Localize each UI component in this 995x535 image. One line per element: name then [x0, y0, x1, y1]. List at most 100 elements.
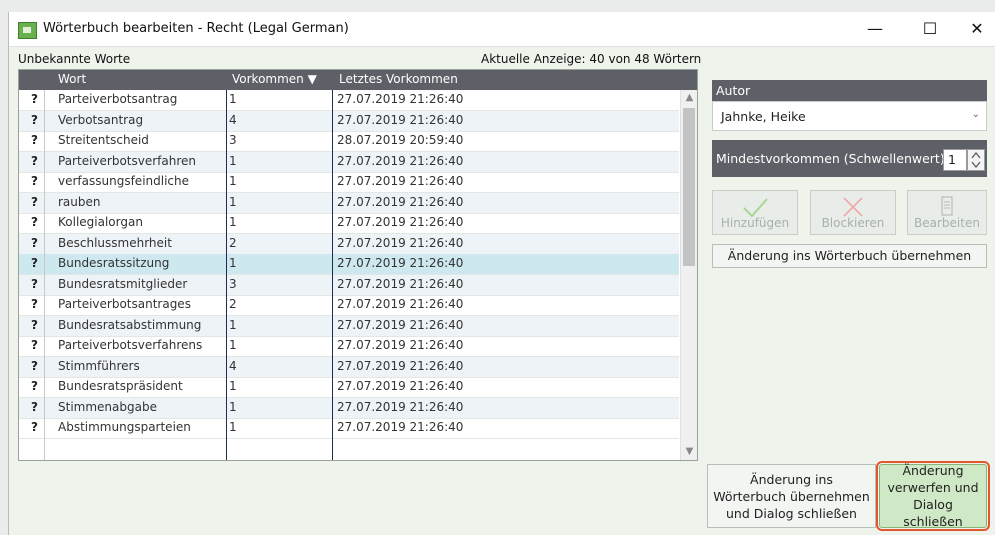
count-cell: 1 — [229, 256, 237, 270]
table-row[interactable]: ? Stimmenabgabe 1 27.07.2019 21:26:40 — [19, 397, 679, 419]
status-flag: ? — [31, 174, 38, 188]
word-cell: Stimmenabgabe — [58, 399, 157, 414]
table-row[interactable]: ? rauben 1 27.07.2019 21:26:40 — [19, 192, 679, 214]
close-button[interactable]: ✕ — [954, 12, 995, 46]
count-cell: 1 — [229, 338, 237, 352]
table-row[interactable]: ? Bundesratsabstimmung 1 27.07.2019 21:26:4… — [19, 315, 679, 337]
column-word[interactable]: Wort — [58, 72, 86, 86]
count-cell: 2 — [229, 235, 237, 250]
word-cell: Parteiverbotsantrag — [58, 92, 178, 106]
last-occurrence-cell: 27.07.2019 21:26:40 — [337, 358, 464, 373]
word-cell: Parteiverbotsantrages — [58, 297, 191, 311]
table-row[interactable]: ? Parteiverbotsverfahrens 1 27.07.2019 21:2… — [19, 336, 679, 357]
count-cell: 1 — [229, 399, 237, 414]
word-cell: Kollegialorgan — [58, 215, 143, 229]
apply-and-close-label: Änderung ins Wörterbuch übernehmen und D… — [713, 471, 870, 521]
author-value: Jahnke, Heike — [721, 109, 806, 124]
word-cell: Streitentscheid — [58, 133, 149, 147]
last-occurrence-cell: 27.07.2019 21:26:40 — [337, 92, 464, 106]
last-occurrence-cell: 27.07.2019 21:26:40 — [337, 420, 464, 434]
table-row[interactable]: ? Kollegialorgan 1 27.07.2019 21:26:40 — [19, 213, 679, 234]
status-flag: ? — [31, 153, 38, 168]
last-occurrence-cell: 27.07.2019 21:26:40 — [337, 379, 464, 393]
status-flag: ? — [31, 256, 38, 270]
discard-and-close-button[interactable]: Änderung verwerfen und Dialog schließen — [876, 461, 990, 531]
table-row[interactable]: ? Streitentscheid 3 28.07.2019 20:59:40 — [19, 131, 679, 152]
apply-and-close-button[interactable]: Änderung ins Wörterbuch übernehmen und D… — [707, 464, 876, 528]
status-flag: ? — [31, 276, 38, 291]
add-button-label: Hinzufügen — [720, 216, 790, 230]
table-row[interactable]: ? Bundesratssitzung 1 27.07.2019 21:26:40 — [19, 254, 679, 275]
threshold-label: Mindestvorkommen (Schwellenwert): — [716, 151, 949, 166]
last-occurrence-cell: 28.07.2019 20:59:40 — [337, 133, 464, 147]
chevron-down-icon: ⌄ — [971, 109, 980, 120]
maximize-button[interactable]: ☐ — [907, 12, 953, 46]
app-icon — [18, 22, 37, 39]
count-cell: 3 — [229, 133, 237, 147]
unknown-words-label: Unbekannte Worte — [18, 52, 131, 66]
status-flag: ? — [31, 358, 38, 373]
column-divider — [226, 90, 227, 460]
edit-button[interactable]: Bearbeiten — [907, 190, 987, 235]
table-row[interactable]: ? Abstimmungsparteien 1 27.07.2019 21:26:40 — [19, 418, 679, 439]
word-cell: Bundesratspräsident — [58, 379, 183, 393]
count-cell: 1 — [229, 153, 237, 168]
count-cell: 1 — [229, 420, 237, 434]
apply-to-dictionary-button[interactable]: Änderung ins Wörterbuch übernehmen — [712, 244, 987, 268]
status-flag: ? — [31, 399, 38, 414]
threshold-input[interactable]: 1 — [943, 149, 967, 171]
column-last-occurrence[interactable]: Letztes Vorkommen — [339, 72, 458, 86]
author-select[interactable]: Jahnke, Heike ⌄ — [712, 101, 987, 131]
table-header: Wort Vorkommen ▼ Letztes Vorkommen — [19, 70, 697, 90]
block-button[interactable]: Blockieren — [810, 190, 896, 235]
table-row[interactable]: ? Stimmführers 4 27.07.2019 21:26:40 — [19, 356, 679, 378]
word-cell: Bundesratsabstimmung — [58, 317, 202, 332]
last-occurrence-cell: 27.07.2019 21:26:40 — [337, 297, 464, 311]
status-flag: ? — [31, 215, 38, 229]
last-occurrence-cell: 27.07.2019 21:26:40 — [337, 399, 464, 414]
table-row[interactable]: ? Bundesratsmitglieder 3 27.07.2019 21:26:4… — [19, 274, 679, 296]
word-cell: Parteiverbotsverfahrens — [58, 338, 203, 352]
table-row[interactable]: ? verfassungsfeindliche 1 27.07.2019 21:26:… — [19, 172, 679, 193]
last-occurrence-cell: 27.07.2019 21:26:40 — [337, 338, 464, 352]
count-cell: 4 — [229, 358, 237, 373]
scroll-down-icon[interactable]: ▼ — [681, 444, 697, 460]
table-row[interactable]: ? Parteiverbotsantrag 1 27.07.2019 21:26:40 — [19, 90, 679, 111]
scroll-thumb[interactable] — [683, 108, 695, 266]
count-cell: 1 — [229, 215, 237, 229]
stepper-arrows-icon — [971, 152, 981, 168]
count-cell: 1 — [229, 379, 237, 393]
word-cell: Bundesratsmitglieder — [58, 276, 188, 291]
status-flag: ? — [31, 112, 38, 127]
threshold-stepper[interactable] — [967, 149, 985, 171]
table-scrollbar[interactable]: ▲ ▼ — [680, 90, 697, 460]
table-row[interactable]: ? Verbotsantrag 4 27.07.2019 21:26:40 — [19, 110, 679, 132]
word-cell: Abstimmungsparteien — [58, 420, 191, 434]
last-occurrence-cell: 27.07.2019 21:26:40 — [337, 174, 464, 188]
column-divider — [332, 90, 333, 460]
last-occurrence-cell: 27.07.2019 21:26:40 — [337, 235, 464, 250]
table-row[interactable]: ? Parteiverbotsantrages 2 27.07.2019 21:26:… — [19, 295, 679, 316]
minimize-button[interactable]: — — [852, 12, 898, 46]
column-count[interactable]: Vorkommen ▼ — [232, 72, 317, 86]
scroll-up-icon[interactable]: ▲ — [681, 90, 697, 106]
status-flag: ? — [31, 133, 38, 147]
edit-button-label: Bearbeiten — [914, 216, 980, 230]
display-count-text: Aktuelle Anzeige: 40 von 48 Wörtern — [481, 52, 702, 66]
count-cell: 1 — [229, 92, 237, 106]
status-flag: ? — [31, 379, 38, 393]
status-flag: ? — [31, 235, 38, 250]
add-button[interactable]: Hinzufügen — [712, 190, 798, 235]
unknown-words-table: Wort Vorkommen ▼ Letztes Vorkommen ? Part… — [18, 69, 698, 461]
word-cell: Verbotsantrag — [58, 112, 144, 127]
word-cell: rauben — [58, 194, 101, 209]
count-cell: 3 — [229, 276, 237, 291]
status-flag: ? — [31, 92, 38, 106]
word-cell: Beschlussmehrheit — [58, 235, 172, 250]
table-row[interactable]: ? Parteiverbotsverfahren 1 27.07.2019 21:26… — [19, 151, 679, 173]
table-row[interactable]: ? Beschlussmehrheit 2 27.07.2019 21:26:40 — [19, 233, 679, 255]
last-occurrence-cell: 27.07.2019 21:26:40 — [337, 112, 464, 127]
status-flag: ? — [31, 194, 38, 209]
word-cell: Bundesratssitzung — [58, 256, 170, 270]
table-row[interactable]: ? Bundesratspräsident 1 27.07.2019 21:26:40 — [19, 377, 679, 398]
